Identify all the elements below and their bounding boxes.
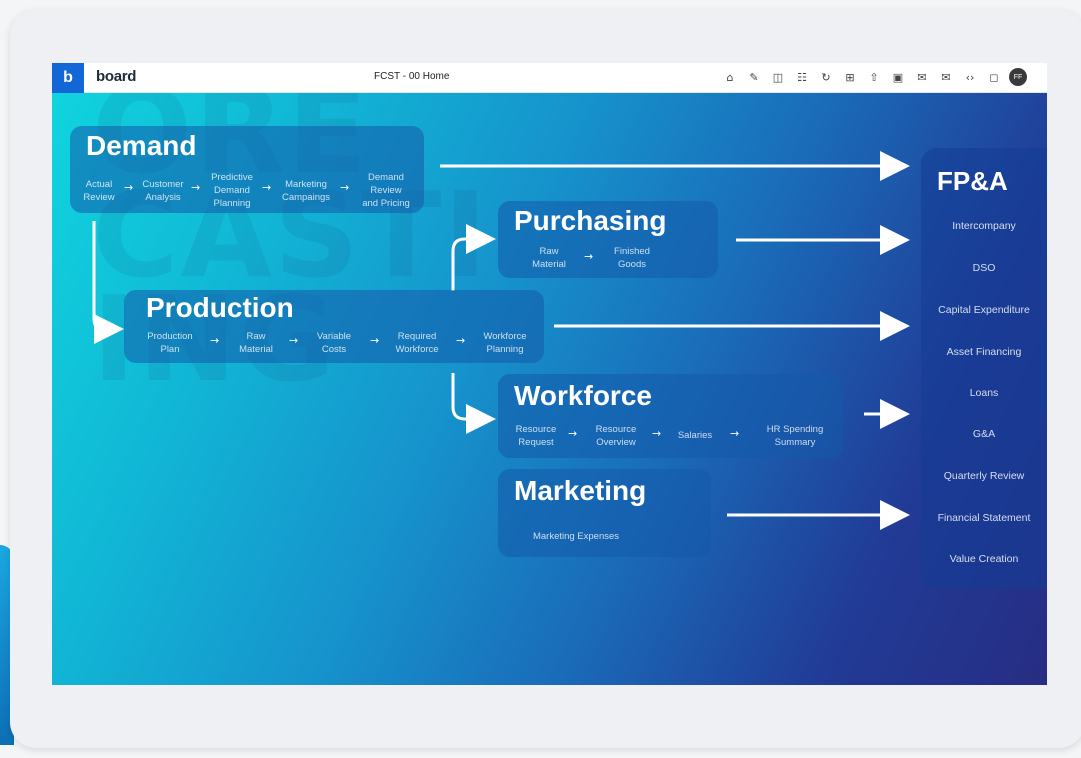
demand-step-predictive-planning: Predictive Demand Planning (211, 172, 253, 209)
layout-icon[interactable]: ☷ (793, 68, 811, 86)
user-avatar[interactable]: FF (1009, 68, 1027, 86)
edit-icon[interactable]: ✎ (745, 68, 763, 86)
demand-step-review-pricing: Demand Review and Pricing (362, 172, 410, 209)
production-to-workforce-arrow (451, 373, 496, 434)
refresh-icon[interactable]: ↻ (817, 68, 835, 86)
code-icon[interactable]: ‹› (961, 68, 979, 86)
toolbar: ⌂ ✎ ◫ ☷ ↻ ⊞ ⇧ ▣ ✉ ✉ ‹› ◻ FF (721, 68, 1027, 86)
arrow-icon: → (210, 334, 220, 347)
production-step-plan: Production Plan (147, 331, 193, 355)
arrow-icon: → (456, 334, 466, 347)
workforce-step-resource-request: Resource Request (515, 424, 557, 448)
home-icon[interactable]: ⌂ (721, 68, 739, 86)
page: b board FCST - 00 Home ⌂ ✎ ◫ ☷ ↻ ⊞ ⇧ ▣ ✉… (0, 0, 1081, 758)
production-step-required-workforce: Required Workforce (395, 331, 439, 355)
fpa-item-g-and-a[interactable]: G&A (921, 428, 1047, 440)
purchasing-title: Purchasing (514, 205, 667, 236)
production-step-variable-costs: Variable Costs (316, 331, 352, 355)
arrow-icon: → (124, 181, 134, 194)
fpa-item-intercompany[interactable]: Intercompany (921, 220, 1047, 232)
present-icon[interactable]: ⊞ (841, 68, 859, 86)
purchasing-step-finished-goods: Finished Goods (614, 246, 650, 270)
workforce-step-salaries: Salaries (677, 430, 713, 441)
fpa-item-quarterly-review[interactable]: Quarterly Review (921, 470, 1047, 482)
demand-title: Demand (86, 130, 197, 161)
arrow-icon: → (340, 181, 350, 194)
demand-step-actual-review: Actual Review (83, 179, 115, 203)
production-step-raw-material: Raw Material (239, 331, 273, 355)
arrow-icon: → (262, 181, 272, 194)
arrow-icon: → (370, 334, 380, 347)
send-icon[interactable]: ✉ (913, 68, 931, 86)
mail-icon[interactable]: ✉ (937, 68, 955, 86)
fpa-item-capital-expenditure[interactable]: Capital Expenditure (921, 304, 1047, 316)
app-screen: b board FCST - 00 Home ⌂ ✎ ◫ ☷ ↻ ⊞ ⇧ ▣ ✉… (52, 63, 1047, 685)
production-title: Production (146, 292, 294, 323)
fpa-panel[interactable]: FP&A Intercompany DSO Capital Expenditur… (921, 148, 1047, 588)
purchasing-step-raw-material: Raw Material (532, 246, 566, 270)
page-title: FCST - 00 Home (374, 71, 450, 82)
arrow-icon: → (652, 427, 662, 440)
board-logo-icon[interactable]: b (52, 63, 84, 93)
arrow-icon: → (191, 181, 201, 194)
marketing-step-expenses: Marketing Expenses (532, 531, 620, 542)
excel-icon[interactable]: ▣ (889, 68, 907, 86)
forecasting-canvas: ORE CASTI ING (52, 93, 1047, 685)
arrow-icon: → (730, 427, 740, 440)
purchasing-card[interactable]: Purchasing Raw Material → Finished Goods (498, 201, 718, 278)
demand-card[interactable]: Demand Actual Review → Customer Analysis →… (70, 126, 424, 213)
panel-icon[interactable]: ◫ (769, 68, 787, 86)
brand-name: board (96, 68, 137, 85)
demand-step-marketing-campaings: Marketing Campaings (281, 179, 331, 203)
marketing-title: Marketing (514, 475, 647, 506)
demand-step-customer-analysis: Customer Analysis (142, 179, 184, 203)
fpa-title: FP&A (937, 166, 1008, 196)
fpa-item-asset-financing[interactable]: Asset Financing (921, 346, 1047, 358)
arrow-icon: → (289, 334, 299, 347)
arrow-icon: → (584, 250, 594, 263)
production-card[interactable]: Production Production Plan → Raw Material … (124, 290, 544, 363)
fpa-item-value-creation[interactable]: Value Creation (921, 553, 1047, 565)
top-bar: b board FCST - 00 Home ⌂ ✎ ◫ ☷ ↻ ⊞ ⇧ ▣ ✉… (52, 63, 1047, 93)
fpa-item-financial-statement[interactable]: Financial Statement (921, 512, 1047, 524)
workforce-step-hr-spending: HR Spending Summary (766, 424, 824, 448)
arrow-icon: → (568, 427, 578, 440)
share-icon[interactable]: ⇧ (865, 68, 883, 86)
production-step-workforce-planning: Workforce Planning (483, 331, 527, 355)
fpa-item-dso[interactable]: DSO (921, 262, 1047, 274)
workforce-step-resource-overview: Resource Overview (595, 424, 637, 448)
workforce-title: Workforce (514, 380, 652, 411)
workforce-card[interactable]: Workforce Resource Request → Resource Over… (498, 374, 843, 458)
chat-icon[interactable]: ◻ (985, 68, 1003, 86)
fpa-item-loans[interactable]: Loans (921, 387, 1047, 399)
marketing-card[interactable]: Marketing Marketing Expenses (498, 469, 711, 557)
